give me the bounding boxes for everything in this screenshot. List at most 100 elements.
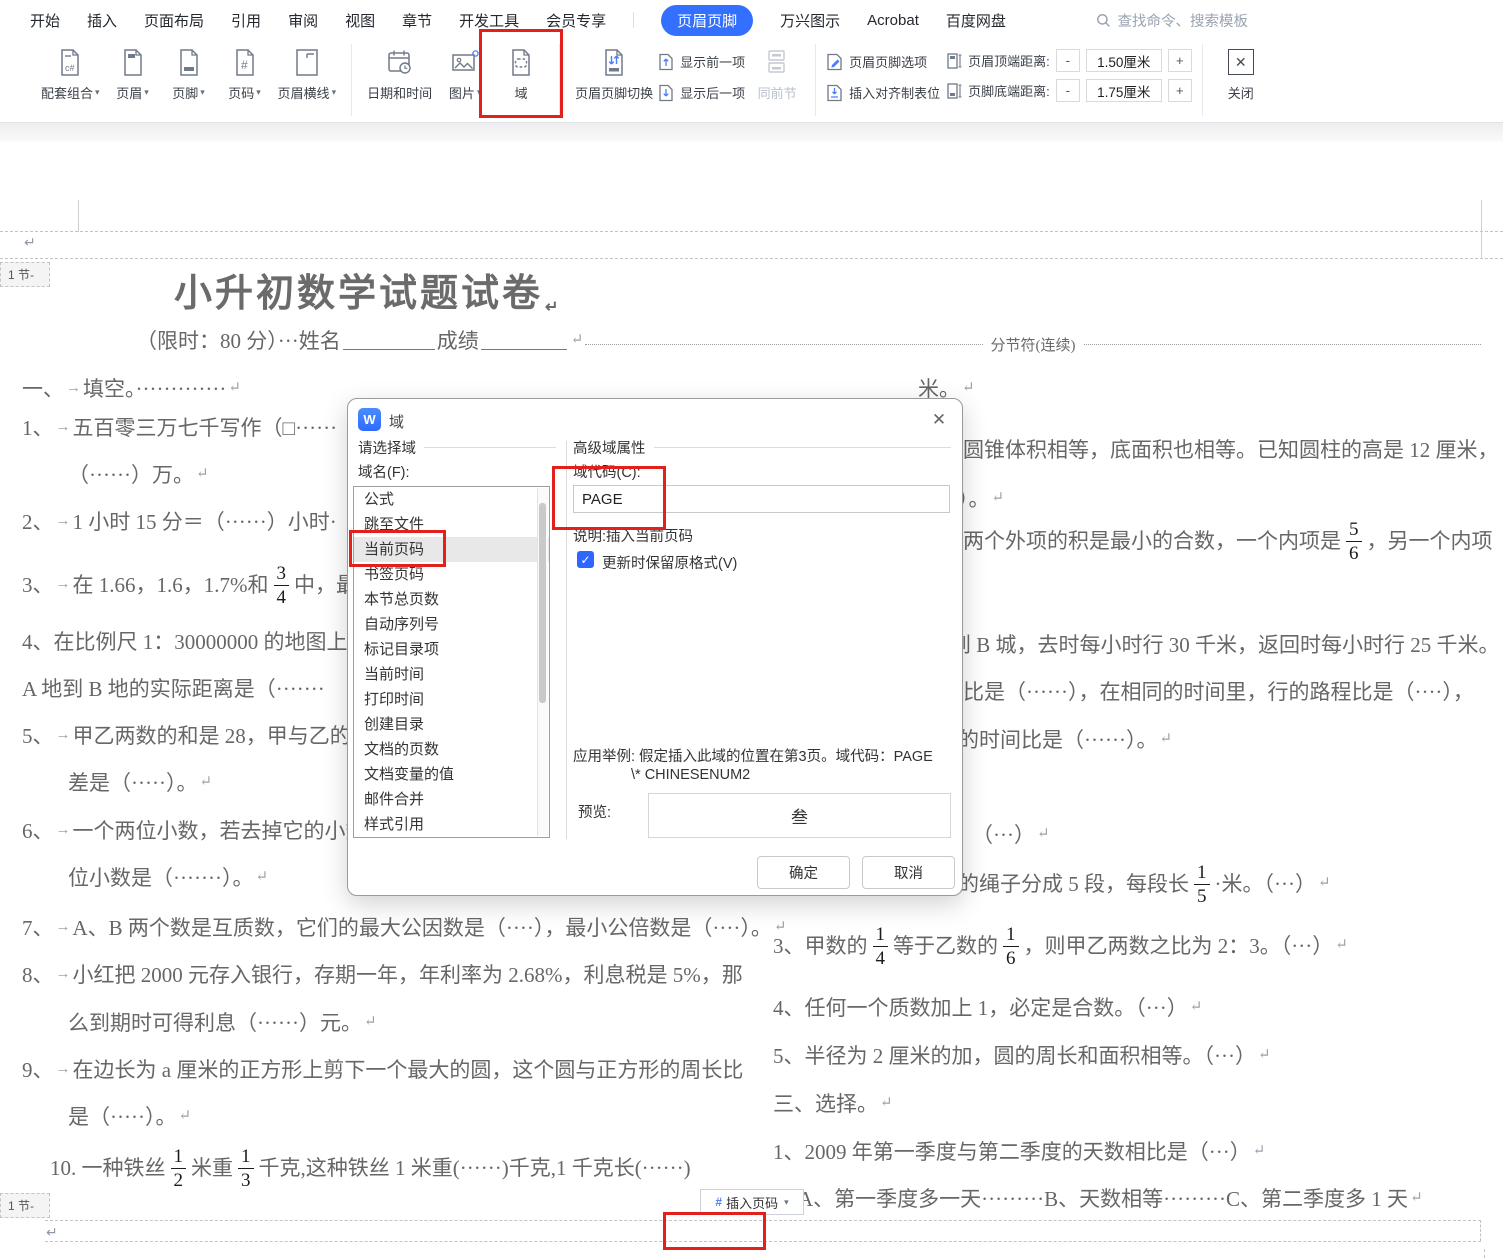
formatting-mark: ↵ bbox=[1036, 826, 1050, 843]
ribbon-tab-4[interactable]: 引用 bbox=[231, 5, 261, 36]
ribbon-tab-1[interactable]: 开始 bbox=[30, 5, 60, 36]
field-button[interactable]: 域 bbox=[479, 29, 564, 118]
cancel-button[interactable]: 取消 bbox=[862, 856, 955, 889]
date-time-icon bbox=[386, 46, 414, 78]
field-list-item[interactable]: 书签页码 bbox=[354, 562, 549, 587]
doc-line: 5、半径为 2 厘米的加，圆的周长和面积相等。（···） ↵ bbox=[773, 1044, 1271, 1068]
header-top-plus-button[interactable]: + bbox=[1167, 49, 1192, 72]
chevron-down-icon: ▾ bbox=[331, 87, 337, 97]
ribbon-tab-13[interactable]: 百度网盘 bbox=[946, 5, 1006, 36]
field-list-item[interactable]: 本节总页数 bbox=[354, 587, 549, 612]
ribbon-toolbar: c# 配套组合 ▾ 页眉 ▾ 页脚 ▾ # 页码 ▾ 页眉横线 ▾ 日期和时间 … bbox=[0, 29, 1503, 118]
doc-line: 3、 → 在 1.66，1.6，1.7%和 3 4 中，最 bbox=[22, 562, 357, 608]
footer-bottom-distance-value[interactable]: 1.75厘米 bbox=[1085, 79, 1162, 102]
ribbon-tab-12[interactable]: Acrobat bbox=[867, 7, 919, 34]
command-search[interactable]: 查找命令、搜索模板 bbox=[1096, 10, 1248, 31]
picture-button[interactable]: 图片 ▾ bbox=[437, 40, 493, 102]
field-list-item[interactable]: 样式引用 bbox=[354, 812, 549, 837]
field-list-item[interactable]: 当前时间 bbox=[354, 662, 549, 687]
ribbon-tab-8[interactable]: 开发工具 bbox=[459, 5, 519, 36]
field-list-item[interactable]: 自动序列号 bbox=[354, 612, 549, 637]
field-code-input[interactable] bbox=[573, 485, 950, 513]
field-list-item[interactable]: 公式 bbox=[354, 487, 549, 512]
same-as-previous-button: 同前节 bbox=[749, 40, 805, 102]
field-icon bbox=[508, 46, 534, 78]
chevron-down-icon: ▾ bbox=[476, 87, 482, 97]
ok-button[interactable]: 确定 bbox=[757, 856, 850, 889]
ribbon-tab-3[interactable]: 页面布局 bbox=[144, 5, 204, 36]
doc-line: 么到期时可得利息（······）元。 ↵ bbox=[68, 1011, 377, 1035]
combo-set-icon: c# bbox=[57, 46, 83, 78]
header-rule-button[interactable]: 页眉横线 ▾ bbox=[273, 40, 342, 102]
doc-line: （···） ↵ bbox=[972, 823, 1050, 847]
footer-bottom-distance-label: 页脚底端距离: bbox=[968, 84, 1050, 99]
header-top-distance-value[interactable]: 1.50厘米 bbox=[1085, 49, 1162, 72]
document-title: 小升初数学试题试卷 ↵ bbox=[174, 273, 562, 316]
show-next-button[interactable]: 显示后一项 bbox=[658, 83, 745, 102]
wps-logo: W bbox=[358, 408, 381, 431]
show-previous-button[interactable]: 显示前一项 bbox=[658, 52, 745, 71]
formatting-mark: → bbox=[55, 513, 71, 530]
field-list-item[interactable]: 跳至文件 bbox=[354, 512, 549, 537]
field-list[interactable]: 公式 跳至文件 当前页码 书签页码 本节总页数 自动序列号 标记目录项 当前时间 打印时间 创建目… bbox=[353, 486, 550, 838]
blank-underline bbox=[342, 348, 435, 351]
footer-bottom-minus-button[interactable]: - bbox=[1055, 79, 1080, 102]
date-time-button[interactable]: 日期和时间 bbox=[362, 40, 437, 102]
field-list-scrollbar[interactable] bbox=[537, 488, 548, 836]
ribbon-tab-5[interactable]: 审阅 bbox=[288, 5, 318, 36]
field-list-item[interactable]: 打印时间 bbox=[354, 687, 549, 712]
svg-text:#: # bbox=[241, 58, 248, 72]
header-top-minus-button[interactable]: - bbox=[1055, 49, 1080, 72]
footer-margin-line bbox=[45, 1241, 1481, 1242]
header-footer-options-button[interactable]: 页眉页脚选项 bbox=[826, 52, 940, 71]
doc-line: 比是（······），在相同的时间里，行的路程比是（····）， bbox=[963, 680, 1474, 704]
preserve-format-checkbox[interactable]: ✓ bbox=[577, 551, 594, 568]
doc-line: 三、选择。 ↵ bbox=[773, 1092, 893, 1116]
insert-page-number-button[interactable]: # 插入页码 ▾ bbox=[700, 1189, 804, 1215]
ribbon-tab-7[interactable]: 章节 bbox=[402, 5, 432, 36]
doc-line: （······）万。 ↵ bbox=[68, 463, 209, 487]
formatting-mark: → bbox=[66, 380, 81, 397]
field-list-item[interactable]: 文档变量的值 bbox=[354, 762, 549, 787]
header-button[interactable]: 页眉 ▾ bbox=[105, 40, 161, 102]
doc-line: 是（·····）。 ↵ bbox=[68, 1105, 192, 1129]
doc-line: ）。 ↵ bbox=[958, 487, 1005, 511]
field-code-label: 域代码(C): bbox=[573, 465, 641, 481]
close-header-footer-button[interactable]: ✕ 关闭 bbox=[1213, 40, 1269, 102]
chevron-down-icon: ▾ bbox=[784, 1196, 789, 1207]
header-footer-switch-button[interactable]: 页眉页脚切换 bbox=[570, 40, 658, 102]
ribbon-tab-2[interactable]: 插入 bbox=[87, 5, 117, 36]
footer-button[interactable]: 页脚 ▾ bbox=[161, 40, 217, 102]
dialog-divider bbox=[566, 441, 567, 839]
doc-line: （限时：80 分）···姓名 成绩 ↵ bbox=[136, 329, 584, 353]
search-icon bbox=[1096, 13, 1110, 27]
doc-line: 2、 → 1 小时 15 分＝（······）小时· bbox=[22, 510, 337, 534]
ribbon-tab-9[interactable]: 会员专享 bbox=[546, 5, 606, 36]
doc-line: 3、甲数的 1 4 等于乙数的 1 6 ，则甲乙两数之比为 2：3。（···） ↵ bbox=[773, 923, 1348, 969]
ribbon-tab-11[interactable]: 万兴图示 bbox=[780, 5, 840, 36]
doc-line: 4、任何一个质数加上 1，必定是合数。（···） ↵ bbox=[773, 996, 1203, 1020]
field-list-item[interactable]: 文档的页数 bbox=[354, 737, 549, 762]
example-text-line2: \* CHINESENUM2 bbox=[631, 767, 751, 783]
insert-alignment-tab-button[interactable]: 插入对齐制表位 bbox=[826, 83, 940, 102]
header-footer-switch-icon bbox=[601, 46, 627, 78]
ribbon-tab-10[interactable]: 页眉页脚 bbox=[661, 4, 754, 36]
ribbon-tab-6[interactable]: 视图 bbox=[345, 5, 375, 36]
fraction: 15 bbox=[1194, 863, 1210, 906]
field-list-item[interactable]: 邮件合并 bbox=[354, 787, 549, 812]
scrollbar-thumb[interactable] bbox=[539, 503, 546, 703]
doc-line: 10. 一种铁丝 1 2 米重 1 3 千克,这种铁丝 1 米重(······)千克,1 千… bbox=[50, 1145, 691, 1191]
formatting-mark: ↵ bbox=[1317, 875, 1331, 892]
doc-line: 1、 → 五百零三万七千写作（□······ bbox=[22, 416, 338, 440]
field-list-item[interactable]: 当前页码 bbox=[354, 537, 549, 562]
pilcrow-mark: ↵ bbox=[24, 234, 36, 250]
fraction: 14 bbox=[872, 925, 888, 968]
footer-bottom-plus-button[interactable]: + bbox=[1167, 79, 1192, 102]
field-list-item[interactable]: 创建目录 bbox=[354, 712, 549, 737]
page-number-button[interactable]: # 页码 ▾ bbox=[217, 40, 273, 102]
combo-set-button[interactable]: c# 配套组合 ▾ bbox=[36, 40, 105, 102]
toolbar-separator bbox=[1201, 44, 1203, 116]
field-list-item[interactable]: 标记目录项 bbox=[354, 637, 549, 662]
dialog-close-icon[interactable]: ✕ bbox=[928, 409, 950, 431]
formatting-mark: ↵ bbox=[199, 774, 213, 791]
